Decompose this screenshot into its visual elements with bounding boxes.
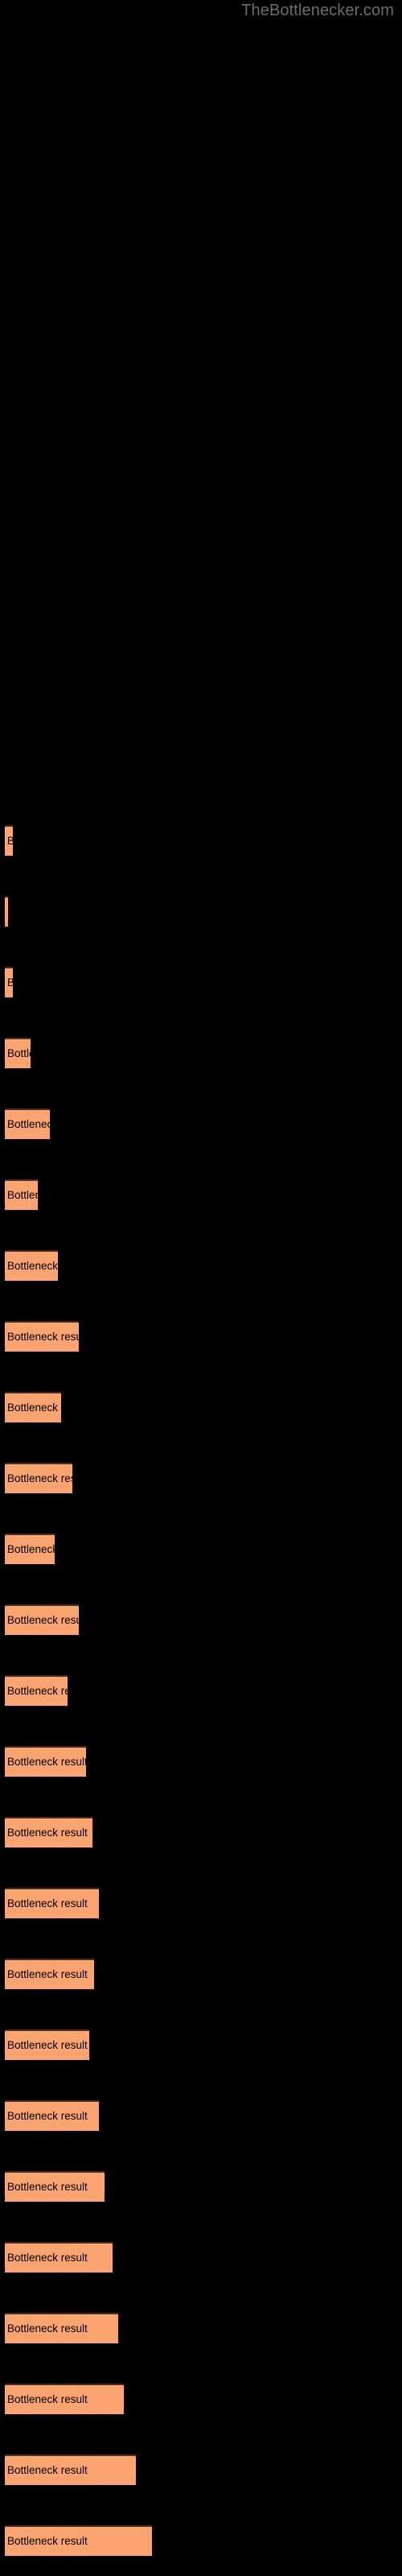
bar-row: Bottleneck result xyxy=(0,1604,402,1637)
bar-label: Bottleneck result xyxy=(7,2039,88,2051)
bar[interactable]: Bottleneck result xyxy=(5,1888,99,1918)
bar-row: Bottleneck result xyxy=(0,2454,402,2487)
bar-row: Bottleneck result xyxy=(0,2100,402,2132)
bar-row: Bottleneck result xyxy=(0,1321,402,1353)
bar-label: Bottleneck result xyxy=(7,2110,88,2122)
bar[interactable]: Bottleneck result xyxy=(5,2171,105,2202)
bar-row: Bottleneck result xyxy=(0,1675,402,1707)
bar-label: Bottleneck result xyxy=(7,1189,38,1201)
bar[interactable]: Bottleneck result xyxy=(5,1959,94,1989)
bar-row: Bottleneck result xyxy=(0,2029,402,2062)
bar-label: Bottleneck result xyxy=(7,2252,88,2264)
bar-row: Bottleneck result xyxy=(0,2242,402,2274)
bar[interactable]: Bottleneck result xyxy=(5,2313,118,2343)
bar[interactable]: Bottleneck result xyxy=(5,1250,58,1281)
bar-label: Bottleneck result xyxy=(7,2181,88,2193)
bottleneck-bar-chart: Bottleneck result Bottleneck result Bottle… xyxy=(0,0,402,2576)
bar-label: Bottleneck result xyxy=(7,1968,88,1980)
bar[interactable]: Bottleneck result xyxy=(5,1321,79,1352)
bar[interactable]: Bottleneck result xyxy=(5,896,8,927)
bar[interactable]: Bottleneck result xyxy=(5,2384,124,2414)
bar[interactable]: Bottleneck result xyxy=(5,1108,50,1139)
bar-label: Bottleneck result xyxy=(7,906,8,919)
bar[interactable]: Bottleneck result xyxy=(5,1392,61,1422)
bar-row: Bottleneck result xyxy=(0,825,402,857)
bar[interactable]: Bottleneck result xyxy=(5,2029,89,2060)
bar-label: Bottleneck result xyxy=(7,1543,55,1555)
bar-label: Bottleneck result xyxy=(7,835,13,848)
bar[interactable]: Bottleneck result xyxy=(5,825,13,856)
bar[interactable]: Bottleneck result xyxy=(5,967,13,997)
bar-label: Bottleneck result xyxy=(7,2535,88,2547)
bar-label: Bottleneck result xyxy=(7,1472,72,1484)
bar-row: Bottleneck result xyxy=(0,2384,402,2416)
bar-row: Bottleneck result xyxy=(0,1392,402,1424)
bar-row: Bottleneck result xyxy=(0,1534,402,1566)
bar-row: Bottleneck result xyxy=(0,1888,402,1920)
bar[interactable]: Bottleneck result xyxy=(5,1038,31,1068)
bar-row: Bottleneck result xyxy=(0,2525,402,2557)
bar-row: Bottleneck result xyxy=(0,1817,402,1849)
bar-label: Bottleneck result xyxy=(7,1614,79,1626)
bar[interactable]: Bottleneck result xyxy=(5,1179,38,1210)
bar-row: Bottleneck result xyxy=(0,967,402,999)
bar-label: Bottleneck result xyxy=(7,1827,88,1839)
bar-label: Bottleneck result xyxy=(7,2393,88,2405)
bar-label: Bottleneck result xyxy=(7,1331,79,1343)
bar-row: Bottleneck result xyxy=(0,1108,402,1141)
bar-row: Bottleneck result xyxy=(0,2171,402,2203)
bar[interactable]: Bottleneck result xyxy=(5,1817,92,1847)
bar-label: Bottleneck result xyxy=(7,1402,61,1414)
bar-row: Bottleneck result xyxy=(0,1250,402,1282)
bar-label: Bottleneck result xyxy=(7,1685,68,1697)
bar[interactable]: Bottleneck result xyxy=(5,1746,86,1777)
bar-row: Bottleneck result xyxy=(0,1746,402,1778)
bar[interactable]: Bottleneck result xyxy=(5,1604,79,1635)
bar-label: Bottleneck result xyxy=(7,1756,86,1768)
bar-label: Bottleneck result xyxy=(7,2464,88,2476)
bar-row: Bottleneck result xyxy=(0,896,402,928)
bar-row: Bottleneck result xyxy=(0,1179,402,1212)
bar-row: Bottleneck result xyxy=(0,1959,402,1991)
bar[interactable]: Bottleneck result xyxy=(5,2100,99,2131)
bar-label: Bottleneck result xyxy=(7,1047,31,1059)
bar-label: Bottleneck result xyxy=(7,1118,50,1130)
bar[interactable]: Bottleneck result xyxy=(5,1675,68,1706)
bar-label: Bottleneck result xyxy=(7,2322,88,2334)
bar[interactable]: Bottleneck result xyxy=(5,2242,113,2273)
bar-label: Bottleneck result xyxy=(7,976,13,989)
bar[interactable]: Bottleneck result xyxy=(5,2525,152,2556)
bar[interactable]: Bottleneck result xyxy=(5,1534,55,1564)
bar-label: Bottleneck result xyxy=(7,1260,58,1272)
bar-label: Bottleneck result xyxy=(7,1897,88,1909)
bar-row: Bottleneck result xyxy=(0,1038,402,1070)
bar[interactable]: Bottleneck result xyxy=(5,2454,136,2485)
bar-row: Bottleneck result xyxy=(0,1463,402,1495)
bar-row: Bottleneck result xyxy=(0,2313,402,2345)
bar[interactable]: Bottleneck result xyxy=(5,1463,72,1493)
